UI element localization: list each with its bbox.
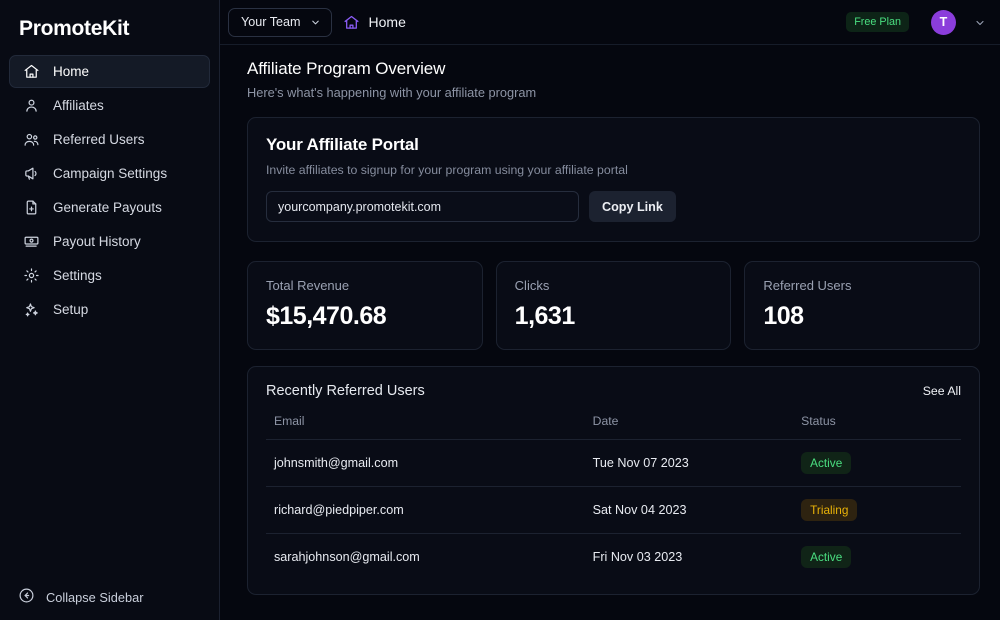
sidebar-item-affiliates[interactable]: Affiliates xyxy=(9,89,210,122)
status-badge: Active xyxy=(801,546,852,568)
page-title: Affiliate Program Overview xyxy=(247,59,446,78)
cell-email: richard@piedpiper.com xyxy=(266,486,593,534)
table-head: Email Date Status xyxy=(266,414,961,440)
stat-value: 108 xyxy=(763,302,804,330)
collapse-sidebar-button[interactable]: Collapse Sidebar xyxy=(0,574,220,620)
table-header-row: Email Date Status xyxy=(266,414,961,440)
column-header-email: Email xyxy=(266,414,593,440)
sparkles-icon xyxy=(22,301,40,319)
copy-link-button[interactable]: Copy Link xyxy=(589,191,676,222)
cell-email: johnsmith@gmail.com xyxy=(266,439,593,487)
table-card-header: Recently Referred Users See All xyxy=(266,383,961,399)
stat-card-referred-users: Referred Users 108 xyxy=(744,261,981,350)
sidebar-item-payout-history[interactable]: Payout History xyxy=(9,225,210,258)
sidebar-item-generate-payouts[interactable]: Generate Payouts xyxy=(9,191,210,224)
sidebar-item-settings[interactable]: Settings xyxy=(9,259,210,292)
megaphone-icon xyxy=(22,165,40,183)
table-title: Recently Referred Users xyxy=(266,383,425,399)
column-header-date: Date xyxy=(592,414,802,440)
cell-status: Active xyxy=(801,534,961,581)
home-icon xyxy=(22,63,40,81)
page-subtitle: Here's what's happening with your affili… xyxy=(247,85,537,100)
arrow-left-circle-icon xyxy=(18,587,35,607)
table-body: johnsmith@gmail.com Tue Nov 07 2023 Active… xyxy=(266,439,961,581)
table-row[interactable]: sarahjohnson@gmail.com Fri Nov 03 2023 Act… xyxy=(266,534,961,581)
team-selector[interactable]: Your Team xyxy=(228,7,332,37)
status-badge: Trialing xyxy=(801,499,858,521)
table-row[interactable]: richard@piedpiper.com Sat Nov 04 2023 Tria… xyxy=(266,486,961,534)
banknote-icon xyxy=(22,233,40,251)
recently-referred-users-card: Recently Referred Users See All Email Da… xyxy=(247,366,980,595)
stat-label: Referred Users xyxy=(763,278,852,293)
chevron-down-icon xyxy=(310,17,321,28)
sidebar-item-home[interactable]: Home xyxy=(9,55,210,88)
sidebar-item-label: Generate Payouts xyxy=(53,200,162,215)
cell-date: Tue Nov 07 2023 xyxy=(592,439,802,487)
cell-email: sarahjohnson@gmail.com xyxy=(274,550,420,564)
cell-date: Sat Nov 04 2023 xyxy=(592,486,802,534)
page-content: Affiliate Program Overview Here's what's… xyxy=(220,45,1000,620)
avatar[interactable]: T xyxy=(931,9,956,35)
sidebar-item-label: Settings xyxy=(53,268,102,283)
stat-value: $15,470.68 xyxy=(266,302,387,330)
sidebar-item-label: Setup xyxy=(53,302,89,317)
sidebar-item-setup[interactable]: Setup xyxy=(9,293,210,326)
portal-title: Your Affiliate Portal xyxy=(266,135,419,154)
sidebar-item-campaign-settings[interactable]: Campaign Settings xyxy=(9,157,210,190)
portal-link-row: Copy Link xyxy=(266,191,961,222)
affiliate-url-input[interactable] xyxy=(266,191,579,222)
sidebar-item-label: Home xyxy=(53,64,90,79)
stat-card-clicks: Clicks 1,631 xyxy=(495,261,732,350)
team-selector-label: Your Team xyxy=(241,15,301,29)
stat-label: Total Revenue xyxy=(266,278,350,293)
sidebar-item-label: Referred Users xyxy=(53,132,145,147)
main-area: Your Team Home Free Plan T Affiliate Pro… xyxy=(220,0,1000,620)
cell-status: Trialing xyxy=(801,486,961,534)
column-header-status: Status xyxy=(801,414,961,440)
file-plus-icon xyxy=(22,199,40,217)
stats-row: Total Revenue $15,470.68 Clicks 1,631 Referr… xyxy=(247,261,981,350)
app-logo: PromoteKit xyxy=(19,17,130,40)
stat-label: Clicks xyxy=(514,278,550,293)
status-badge: Active xyxy=(801,452,852,474)
affiliate-portal-card: Your Affiliate Portal Invite affiliates … xyxy=(247,117,980,242)
sidebar-item-referred-users[interactable]: Referred Users xyxy=(9,123,210,156)
sidebar-item-label: Campaign Settings xyxy=(53,166,168,181)
plan-badge: Free Plan xyxy=(846,12,909,32)
stat-card-total-revenue: Total Revenue $15,470.68 xyxy=(247,261,483,350)
breadcrumb: Home xyxy=(343,14,406,31)
cell-status: Active xyxy=(801,439,961,487)
table-row[interactable]: johnsmith@gmail.com Tue Nov 07 2023 Active xyxy=(266,439,961,487)
topbar: Your Team Home Free Plan T xyxy=(220,0,1000,45)
sidebar: PromoteKit Home Affiliates Referred Users C… xyxy=(0,0,220,620)
see-all-link[interactable]: See All xyxy=(923,384,961,398)
sidebar-item-label: Affiliates xyxy=(53,98,104,113)
sidebar-item-label: Payout History xyxy=(53,234,141,249)
cell-date: Fri Nov 03 2023 xyxy=(592,550,683,564)
user-icon xyxy=(22,97,40,115)
home-icon xyxy=(343,14,360,31)
portal-subtitle: Invite affiliates to signup for your pro… xyxy=(266,163,628,177)
stat-value: 1,631 xyxy=(514,302,576,330)
sidebar-nav: Home Affiliates Referred Users Campaign Set… xyxy=(0,55,219,326)
gear-icon xyxy=(22,267,40,285)
app-root: PromoteKit Home Affiliates Referred Users C… xyxy=(0,0,1000,620)
chevron-down-icon[interactable] xyxy=(974,16,986,28)
collapse-sidebar-label: Collapse Sidebar xyxy=(46,589,144,605)
breadcrumb-label: Home xyxy=(368,14,406,30)
users-icon xyxy=(22,131,40,149)
referred-users-table: Email Date Status johnsmith@gmail.com Tue… xyxy=(266,414,961,580)
